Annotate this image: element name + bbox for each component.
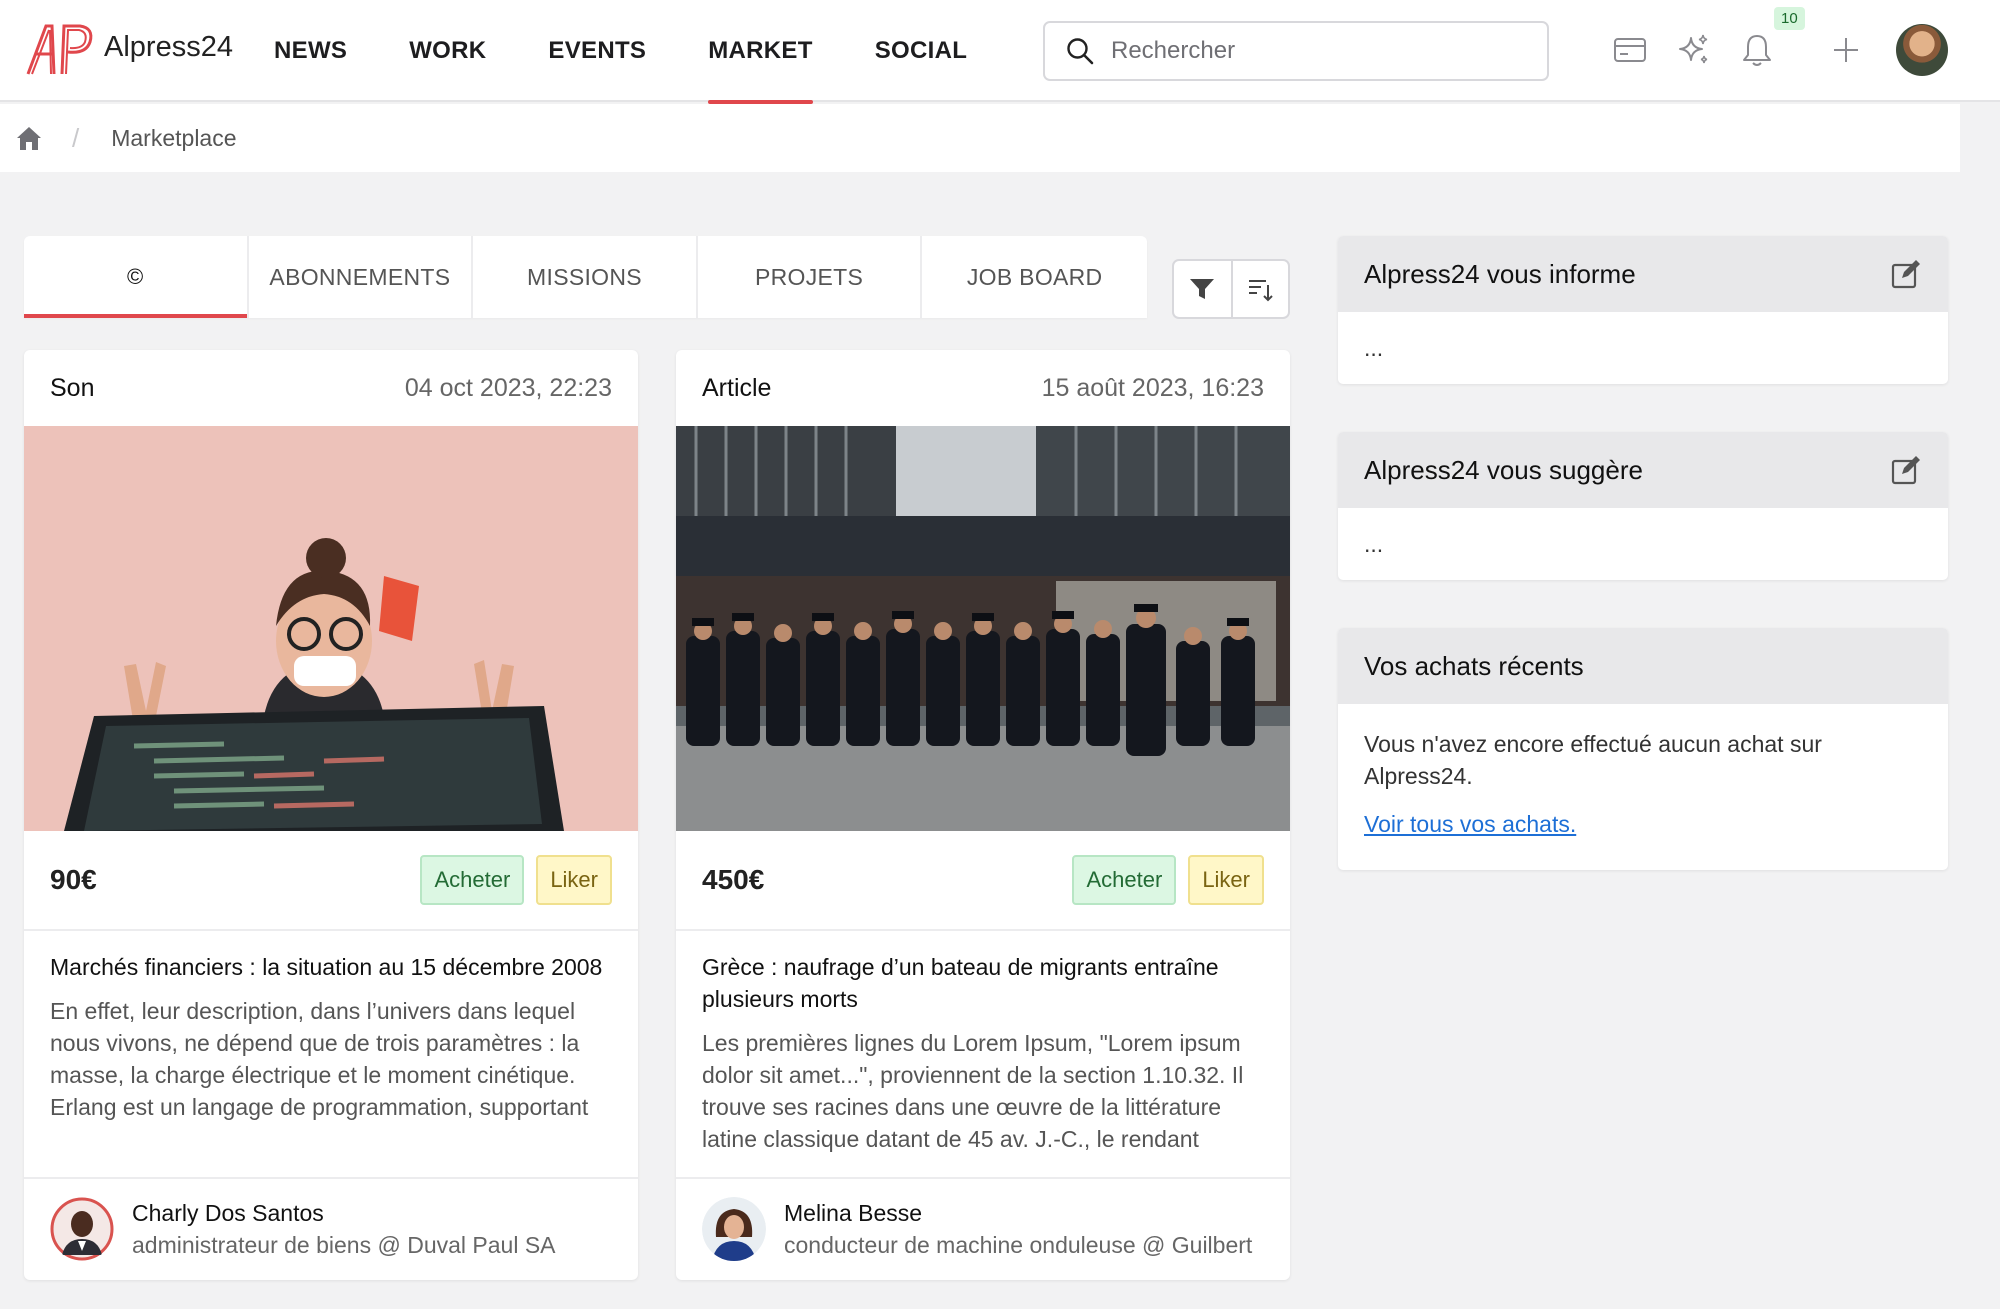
market-card[interactable]: Son 04 oct 2023, 22:23 90€ Acheter Liker… [24,350,638,1280]
author-avatar[interactable] [50,1197,114,1261]
buy-button[interactable]: Acheter [1072,855,1177,905]
like-button[interactable]: Liker [1188,855,1264,905]
card-title[interactable]: Grèce : naufrage d’un bateau de migrants… [702,951,1264,1015]
logo-mark [26,24,93,75]
card-image[interactable] [24,426,638,831]
edit-icon[interactable] [1890,258,1922,290]
nav-item-work[interactable]: WORK [385,0,510,102]
tab-missions[interactable]: MISSIONS [473,236,698,318]
card-image[interactable] [676,426,1290,831]
filter-button[interactable] [1174,261,1231,317]
card-excerpt: Les premières lignes du Lorem Ipsum, "Lo… [702,1030,1244,1152]
sparkles-icon[interactable] [1674,30,1714,70]
card-author[interactable]: Melina Besse conducteur de machine ondul… [676,1179,1290,1279]
search-icon [1067,38,1094,65]
panel-body: ... [1364,531,1384,557]
card-price-row: 90€ Acheter Liker [24,831,638,931]
search-input[interactable] [1111,37,1531,65]
buy-button[interactable]: Acheter [420,855,525,905]
card-date: 04 oct 2023, 22:23 [404,373,612,402]
bell-icon[interactable] [1737,30,1777,70]
top-navbar: Alpress24 NEWS WORK EVENTS MARKET SOCIAL [0,0,2000,104]
tab-all[interactable]: © [24,236,249,318]
panel-suggest: Alpress24 vous suggère ... [1338,432,1948,580]
panel-inform: Alpress24 vous informe ... [1338,236,1948,384]
panel-title: Alpress24 vous suggère [1364,454,1643,485]
card-author[interactable]: Charly Dos Santos administrateur de bien… [24,1179,638,1279]
card-body: Grèce : naufrage d’un bateau de migrants… [676,931,1290,1179]
plus-icon[interactable] [1826,30,1866,70]
like-button[interactable]: Liker [536,855,612,905]
card-price-row: 450€ Acheter Liker [676,831,1290,931]
nav-item-social[interactable]: SOCIAL [851,0,991,102]
market-card[interactable]: Article 15 août 2023, 16:23 450€ Acheter… [676,350,1290,1280]
filter-icon [1190,279,1215,299]
panel-recent-purchases: Vos achats récents Vous n'avez encore ef… [1338,628,1948,870]
card-excerpt: En effet, leur description, dans l’unive… [50,998,589,1120]
panel-title: Vos achats récents [1364,650,1584,681]
purchases-empty-text: Vous n'avez encore effectué aucun achat … [1364,731,1822,789]
tab-abonnements[interactable]: ABONNEMENTS [249,236,474,318]
nav-item-market[interactable]: MARKET [684,0,836,104]
author-name[interactable]: Charly Dos Santos [132,1197,556,1229]
author-avatar[interactable] [702,1197,766,1261]
nav-item-events[interactable]: EVENTS [524,0,670,102]
all-purchases-link[interactable]: Voir tous vos achats. [1364,808,1576,840]
main-nav: NEWS WORK EVENTS MARKET SOCIAL [250,0,991,104]
home-icon[interactable] [14,123,44,153]
tab-projets[interactable]: PROJETS [698,236,923,318]
breadcrumb: / Marketplace [0,104,1960,172]
search-box [1043,21,1549,81]
author-role: conducteur de machine onduleuse @ Guilbe… [784,1232,1253,1258]
card-header: Son 04 oct 2023, 22:23 [24,350,638,426]
breadcrumb-current: Marketplace [111,124,237,151]
card-header: Article 15 août 2023, 16:23 [676,350,1290,426]
breadcrumb-separator: / [72,122,80,153]
market-tabs: © ABONNEMENTS MISSIONS PROJETS JOB BOARD [24,236,1147,318]
sort-button[interactable] [1230,261,1288,317]
logo[interactable]: Alpress24 [24,20,233,78]
card-price: 450€ [702,864,765,895]
panel-body: ... [1364,335,1384,361]
card-type: Article [702,373,772,402]
card-type: Son [50,373,95,402]
card-body: Marchés financiers : la situation au 15 … [24,931,638,1179]
edit-icon[interactable] [1890,454,1922,486]
card-title[interactable]: Marchés financiers : la situation au 15 … [50,951,612,983]
list-tools [1172,259,1290,319]
card-price: 90€ [50,864,97,895]
nav-item-news[interactable]: NEWS [250,0,371,102]
user-avatar[interactable] [1896,24,1948,76]
card-date: 15 août 2023, 16:23 [1041,373,1264,402]
tab-job-board[interactable]: JOB BOARD [922,236,1147,318]
brand-name: Alpress24 [104,30,233,63]
author-role: administrateur de biens @ Duval Paul SA [132,1232,556,1258]
author-name[interactable]: Melina Besse [784,1197,1252,1229]
panel-title: Alpress24 vous informe [1364,258,1636,289]
card-icon[interactable] [1610,30,1650,70]
sort-icon [1249,280,1274,302]
notification-badge: 10 [1774,7,1805,30]
